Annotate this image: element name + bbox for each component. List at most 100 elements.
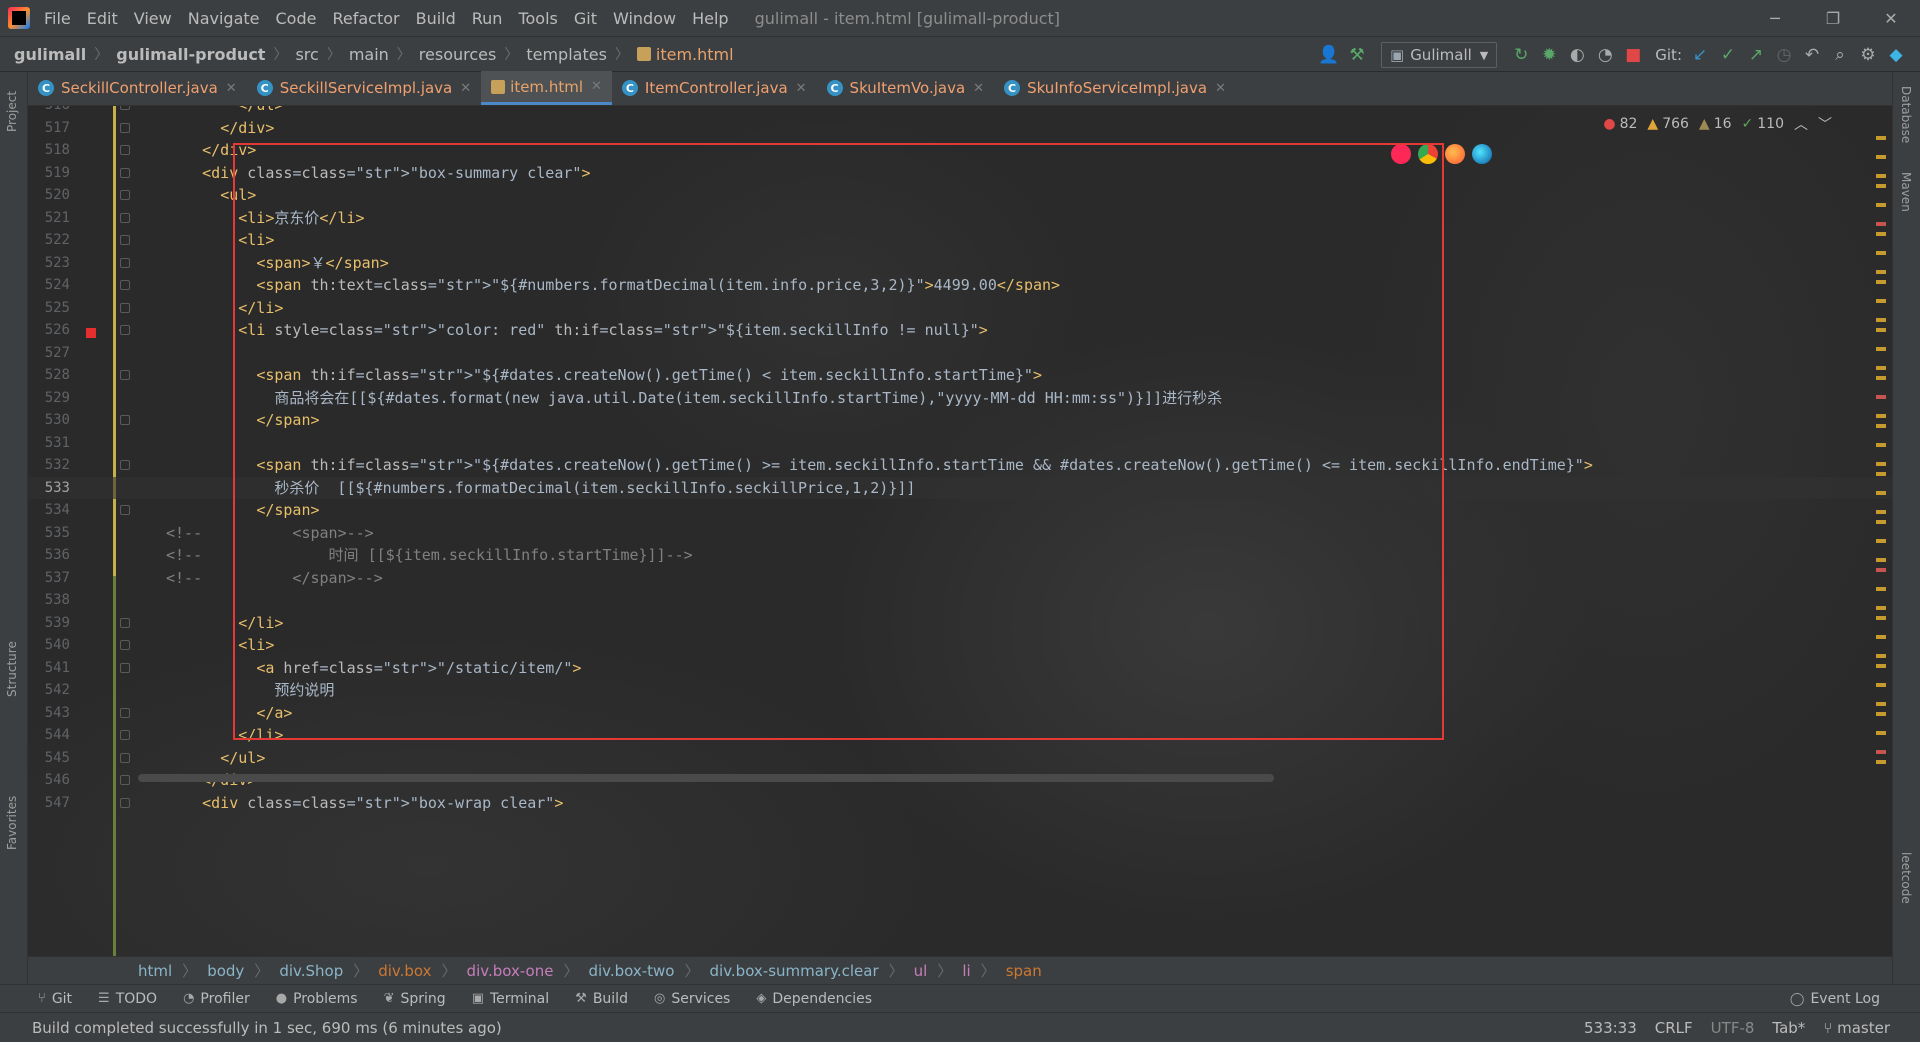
menu-view[interactable]: View: [134, 9, 172, 28]
error-stripe[interactable]: [1876, 136, 1886, 816]
chevron-up-icon[interactable]: ︿: [1794, 114, 1808, 134]
stripe-mark[interactable]: [1876, 750, 1886, 754]
code-editor[interactable]: 516 </ul>517 </div>518 </div>519 <div cl…: [28, 106, 1892, 956]
code-line[interactable]: 525 </li>: [28, 297, 1892, 320]
chevron-down-icon[interactable]: ﹀: [1818, 114, 1832, 134]
breadcrumb-div-shop[interactable]: div.Shop: [279, 962, 343, 980]
nav-crumb-project[interactable]: gulimall: [14, 45, 86, 64]
horizontal-scrollbar[interactable]: [138, 774, 1274, 782]
menu-file[interactable]: File: [44, 9, 71, 28]
code-line[interactable]: 518 </div>: [28, 139, 1892, 162]
fold-marker-icon[interactable]: [120, 707, 130, 718]
code-line[interactable]: 544 </li>: [28, 724, 1892, 747]
fold-marker-icon[interactable]: [120, 257, 130, 268]
stripe-mark[interactable]: [1876, 347, 1886, 351]
tool-build[interactable]: ⚒ Build: [575, 991, 628, 1007]
code-line[interactable]: 527: [28, 342, 1892, 365]
breadcrumb-div-box[interactable]: div.box: [378, 962, 431, 980]
user-icon[interactable]: 👤: [1315, 41, 1343, 69]
inspection-widget[interactable]: ● 82 ▲ 766 ▲ 16 ✓ 110 ︿ ﹀: [1593, 114, 1832, 134]
structure-tool-tab[interactable]: Structure: [5, 641, 19, 697]
fold-marker-icon[interactable]: [120, 415, 130, 425]
code-line[interactable]: 543 </a>: [28, 702, 1892, 725]
tab-item-html[interactable]: item.html ✕: [481, 71, 612, 105]
tool-todo[interactable]: ☰ TODO: [98, 991, 157, 1007]
breadcrumb-li[interactable]: li: [962, 962, 970, 980]
breadcrumb-span[interactable]: span: [1006, 962, 1042, 980]
history-icon[interactable]: ◷: [1770, 41, 1798, 69]
stripe-mark[interactable]: [1876, 280, 1886, 284]
fold-marker-icon[interactable]: [120, 775, 130, 785]
stripe-mark[interactable]: [1876, 395, 1886, 399]
code-line[interactable]: 532 <span th:if=class="str">"${#dates.cr…: [28, 454, 1892, 477]
menu-run[interactable]: Run: [472, 9, 503, 28]
project-tool-tab[interactable]: Project: [5, 91, 19, 132]
fold-marker-icon[interactable]: [120, 122, 130, 133]
code-line[interactable]: 528 <span th:if=class="str">"${#dates.cr…: [28, 364, 1892, 387]
code-line[interactable]: 541 <a href=class="str">"/static/item/">: [28, 657, 1892, 680]
profile-icon[interactable]: ◔: [1591, 41, 1619, 69]
stripe-mark[interactable]: [1876, 366, 1886, 370]
stripe-mark[interactable]: [1876, 616, 1886, 620]
menu-refactor[interactable]: Refactor: [332, 9, 399, 28]
breadcrumb-div-box-two[interactable]: div.box-two: [588, 962, 674, 980]
git-update-icon[interactable]: ↙: [1686, 41, 1714, 69]
fold-marker-icon[interactable]: [120, 325, 130, 335]
close-icon[interactable]: ✕: [460, 81, 471, 96]
breadcrumb-div-box-summary[interactable]: div.box-summary.clear: [710, 962, 879, 980]
git-commit-icon[interactable]: ✓: [1714, 41, 1742, 69]
fold-marker-icon[interactable]: [120, 212, 130, 223]
menu-navigate[interactable]: Navigate: [188, 9, 260, 28]
stripe-mark[interactable]: [1876, 520, 1886, 524]
stripe-mark[interactable]: [1876, 328, 1886, 332]
code-line[interactable]: 536 <!-- 时间 [[${item.seckillInfo.startTim…: [28, 544, 1892, 567]
close-icon[interactable]: ✕: [973, 81, 984, 96]
run-config-select[interactable]: ▣ Gulimall ▼: [1381, 42, 1498, 68]
nav-crumb-main[interactable]: main: [349, 45, 389, 64]
code-line[interactable]: 547 <div class=class="str">"box-wrap cle…: [28, 792, 1892, 815]
database-tool-tab[interactable]: Database: [1899, 86, 1913, 143]
stripe-mark[interactable]: [1876, 222, 1886, 226]
indent-setting[interactable]: Tab*: [1772, 1019, 1805, 1037]
close-icon[interactable]: ✕: [1215, 81, 1226, 96]
menu-edit[interactable]: Edit: [87, 9, 118, 28]
leetcode-tool-tab[interactable]: leetcode: [1899, 852, 1913, 904]
stripe-mark[interactable]: [1876, 760, 1886, 764]
toolbox-icon[interactable]: ◆: [1882, 41, 1910, 69]
tool-profiler[interactable]: ◔ Profiler: [183, 991, 250, 1007]
close-icon[interactable]: ✕: [796, 81, 807, 96]
rollback-icon[interactable]: ↶: [1798, 41, 1826, 69]
caret-position[interactable]: 533:33: [1584, 1019, 1637, 1037]
fold-marker-icon[interactable]: [120, 106, 130, 110]
fold-marker-icon[interactable]: [120, 190, 130, 200]
stripe-mark[interactable]: [1876, 702, 1886, 706]
stripe-mark[interactable]: [1876, 318, 1886, 322]
breakpoint-icon[interactable]: [86, 328, 96, 338]
breadcrumb-ul[interactable]: ul: [914, 962, 928, 980]
stripe-mark[interactable]: [1876, 232, 1886, 236]
code-line[interactable]: 519 <div class=class="str">"box-summary …: [28, 162, 1892, 185]
fold-marker-icon[interactable]: [120, 662, 130, 673]
stripe-mark[interactable]: [1876, 587, 1886, 591]
code-line[interactable]: 539 </li>: [28, 612, 1892, 635]
code-line[interactable]: 521 <li>京东价</li>: [28, 207, 1892, 230]
chrome-icon[interactable]: [1418, 144, 1438, 164]
tab-sku-item-vo[interactable]: C SkuItemVo.java ✕: [817, 71, 995, 105]
stripe-mark[interactable]: [1876, 443, 1886, 447]
close-icon[interactable]: ✕: [591, 79, 602, 94]
nav-crumb-resources[interactable]: resources: [419, 45, 497, 64]
code-line[interactable]: 531: [28, 432, 1892, 455]
build-hammer-icon[interactable]: ⚒: [1343, 41, 1371, 69]
nav-crumb-src[interactable]: src: [295, 45, 318, 64]
minimize-button[interactable]: ─: [1746, 0, 1804, 36]
fold-marker-icon[interactable]: [120, 617, 130, 628]
tab-item-controller[interactable]: C ItemController.java ✕: [612, 71, 817, 105]
git-branch[interactable]: ⑂ master: [1823, 1019, 1890, 1037]
fold-marker-icon[interactable]: [120, 797, 130, 808]
code-line[interactable]: 535 <!-- <span>-->: [28, 522, 1892, 545]
restore-button[interactable]: ❐: [1804, 0, 1862, 36]
tool-git[interactable]: ⑂ Git: [38, 991, 72, 1007]
stripe-mark[interactable]: [1876, 251, 1886, 255]
edge-icon[interactable]: [1472, 144, 1492, 164]
stripe-mark[interactable]: [1876, 136, 1886, 140]
